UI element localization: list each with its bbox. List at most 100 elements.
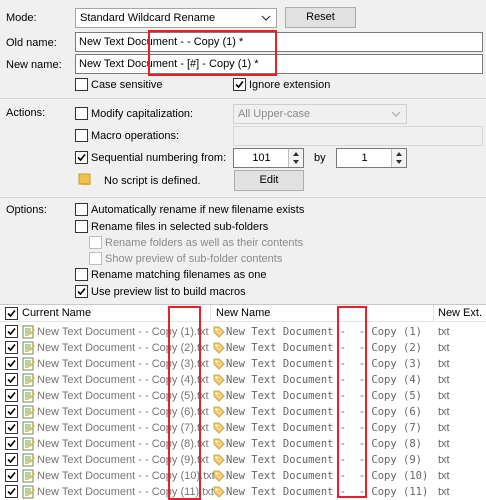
- text-file-icon: [22, 421, 35, 435]
- case-sensitive-checkbox[interactable]: [75, 78, 88, 91]
- spin-down-icon[interactable]: [392, 158, 406, 167]
- checkmark-icon: [7, 309, 16, 318]
- row-checkbox[interactable]: [5, 469, 18, 482]
- checkmark-icon: [7, 471, 16, 480]
- tag-icon: [213, 326, 225, 338]
- modify-capitalization-checkbox[interactable]: [75, 107, 88, 120]
- new-name-cell: New Text Document - - Copy (5): [226, 390, 422, 402]
- new-ext-cell: txt: [438, 358, 450, 370]
- select-all-checkbox[interactable]: [5, 307, 18, 320]
- seq-by-stepper[interactable]: 1: [336, 148, 407, 168]
- checkmark-icon: [7, 455, 16, 464]
- column-separator[interactable]: [433, 305, 434, 322]
- sequential-numbering-label: Sequential numbering from:: [91, 152, 227, 164]
- row-checkbox[interactable]: [5, 453, 18, 466]
- new-ext-cell: txt: [438, 422, 450, 434]
- row-checkbox[interactable]: [5, 341, 18, 354]
- new-name-cell: New Text Document - - Copy (2): [226, 342, 422, 354]
- seq-from-stepper[interactable]: 101: [233, 148, 304, 168]
- text-file-icon: [22, 453, 35, 467]
- new-ext-cell: txt: [438, 454, 450, 466]
- table-row[interactable]: New Text Document - - Copy (8).txt New Te…: [0, 436, 486, 452]
- new-name-label: New name:: [6, 59, 62, 71]
- new-name-cell: New Text Document - - Copy (4): [226, 374, 422, 386]
- text-file-icon: [22, 373, 35, 387]
- table-row[interactable]: New Text Document - - Copy (1).txt New Te…: [0, 324, 486, 340]
- table-row[interactable]: New Text Document - - Copy (10).txt New T…: [0, 468, 486, 484]
- spin-up-icon[interactable]: [289, 149, 303, 158]
- tag-icon: [213, 374, 225, 386]
- checkmark-icon: [7, 487, 16, 496]
- auto-rename-label: Automatically rename if new filename exi…: [91, 204, 305, 216]
- checkmark-icon: [7, 391, 16, 400]
- new-name-cell: New Text Document - - Copy (9): [226, 454, 422, 466]
- seq-from-value: 101: [252, 152, 271, 164]
- tag-icon: [213, 470, 225, 482]
- highlight-box-new-gap: [337, 306, 367, 498]
- table-row[interactable]: New Text Document - - Copy (9).txt New Te…: [0, 452, 486, 468]
- table-row[interactable]: New Text Document - - Copy (2).txt New Te…: [0, 340, 486, 356]
- case-sensitive-label: Case sensitive: [91, 79, 163, 91]
- tag-icon: [213, 422, 225, 434]
- table-row[interactable]: New Text Document - - Copy (4).txt New Te…: [0, 372, 486, 388]
- show-preview-subfolder-checkbox[interactable]: [89, 252, 102, 265]
- divider: [0, 197, 486, 198]
- table-row[interactable]: New Text Document - - Copy (7).txt New Te…: [0, 420, 486, 436]
- new-ext-cell: txt: [438, 342, 450, 354]
- new-name-cell: New Text Document - - Copy (1): [226, 326, 422, 338]
- reset-button[interactable]: Reset: [285, 7, 356, 28]
- spin-up-icon[interactable]: [392, 149, 406, 158]
- file-preview-list[interactable]: Current Name New Name New Ext. New Text …: [0, 304, 486, 500]
- old-name-label: Old name:: [6, 37, 57, 49]
- row-checkbox[interactable]: [5, 437, 18, 450]
- tag-icon: [213, 342, 225, 354]
- edit-button[interactable]: Edit: [234, 170, 304, 191]
- column-separator[interactable]: [210, 305, 211, 322]
- row-checkbox[interactable]: [5, 405, 18, 418]
- show-preview-subfolder-label: Show preview of sub-folder contents: [105, 253, 283, 265]
- row-checkbox[interactable]: [5, 389, 18, 402]
- row-checkbox[interactable]: [5, 357, 18, 370]
- column-header-current-name[interactable]: Current Name: [22, 306, 91, 320]
- sequential-numbering-checkbox[interactable]: [75, 151, 88, 164]
- old-name-input[interactable]: New Text Document - - Copy (1) *: [75, 32, 483, 52]
- ignore-extension-checkbox[interactable]: [233, 78, 246, 91]
- row-checkbox[interactable]: [5, 485, 18, 498]
- table-row[interactable]: New Text Document - - Copy (3).txt New Te…: [0, 356, 486, 372]
- new-name-cell: New Text Document - - Copy (3): [226, 358, 422, 370]
- mode-select[interactable]: Standard Wildcard Rename: [75, 8, 277, 28]
- table-row[interactable]: New Text Document - - Copy (6).txt New Te…: [0, 404, 486, 420]
- checkmark-icon: [7, 439, 16, 448]
- new-name-cell: New Text Document - - Copy (10): [226, 470, 429, 482]
- options-label: Options:: [6, 204, 47, 216]
- macro-operations-field: [233, 126, 483, 146]
- script-icon: [78, 172, 92, 186]
- new-name-input[interactable]: New Text Document - [#] - Copy (1) *: [75, 54, 483, 74]
- capitalization-select[interactable]: All Upper-case: [233, 104, 407, 124]
- macro-operations-checkbox[interactable]: [75, 129, 88, 142]
- text-file-icon: [22, 325, 35, 339]
- text-file-icon: [22, 437, 35, 451]
- auto-rename-checkbox[interactable]: [75, 203, 88, 216]
- use-preview-list-checkbox[interactable]: [75, 285, 88, 298]
- chevron-down-icon: [259, 10, 273, 26]
- table-row[interactable]: New Text Document - - Copy (11).txt New T…: [0, 484, 486, 500]
- column-header-new-name[interactable]: New Name: [216, 306, 270, 320]
- rename-subfolders-checkbox[interactable]: [75, 220, 88, 233]
- checkmark-icon: [7, 375, 16, 384]
- script-status-text: No script is defined.: [104, 175, 201, 187]
- rename-matching-checkbox[interactable]: [75, 268, 88, 281]
- divider: [0, 98, 486, 99]
- checkmark-icon: [7, 327, 16, 336]
- table-row[interactable]: New Text Document - - Copy (5).txt New Te…: [0, 388, 486, 404]
- checkmark-icon: [7, 343, 16, 352]
- row-checkbox[interactable]: [5, 373, 18, 386]
- rename-folders-checkbox[interactable]: [89, 236, 102, 249]
- highlight-box-current-numbers: [168, 306, 201, 500]
- text-file-icon: [22, 485, 35, 499]
- spin-down-icon[interactable]: [289, 158, 303, 167]
- row-checkbox[interactable]: [5, 421, 18, 434]
- column-header-new-ext[interactable]: New Ext.: [438, 306, 482, 320]
- checkmark-icon: [77, 287, 86, 296]
- row-checkbox[interactable]: [5, 325, 18, 338]
